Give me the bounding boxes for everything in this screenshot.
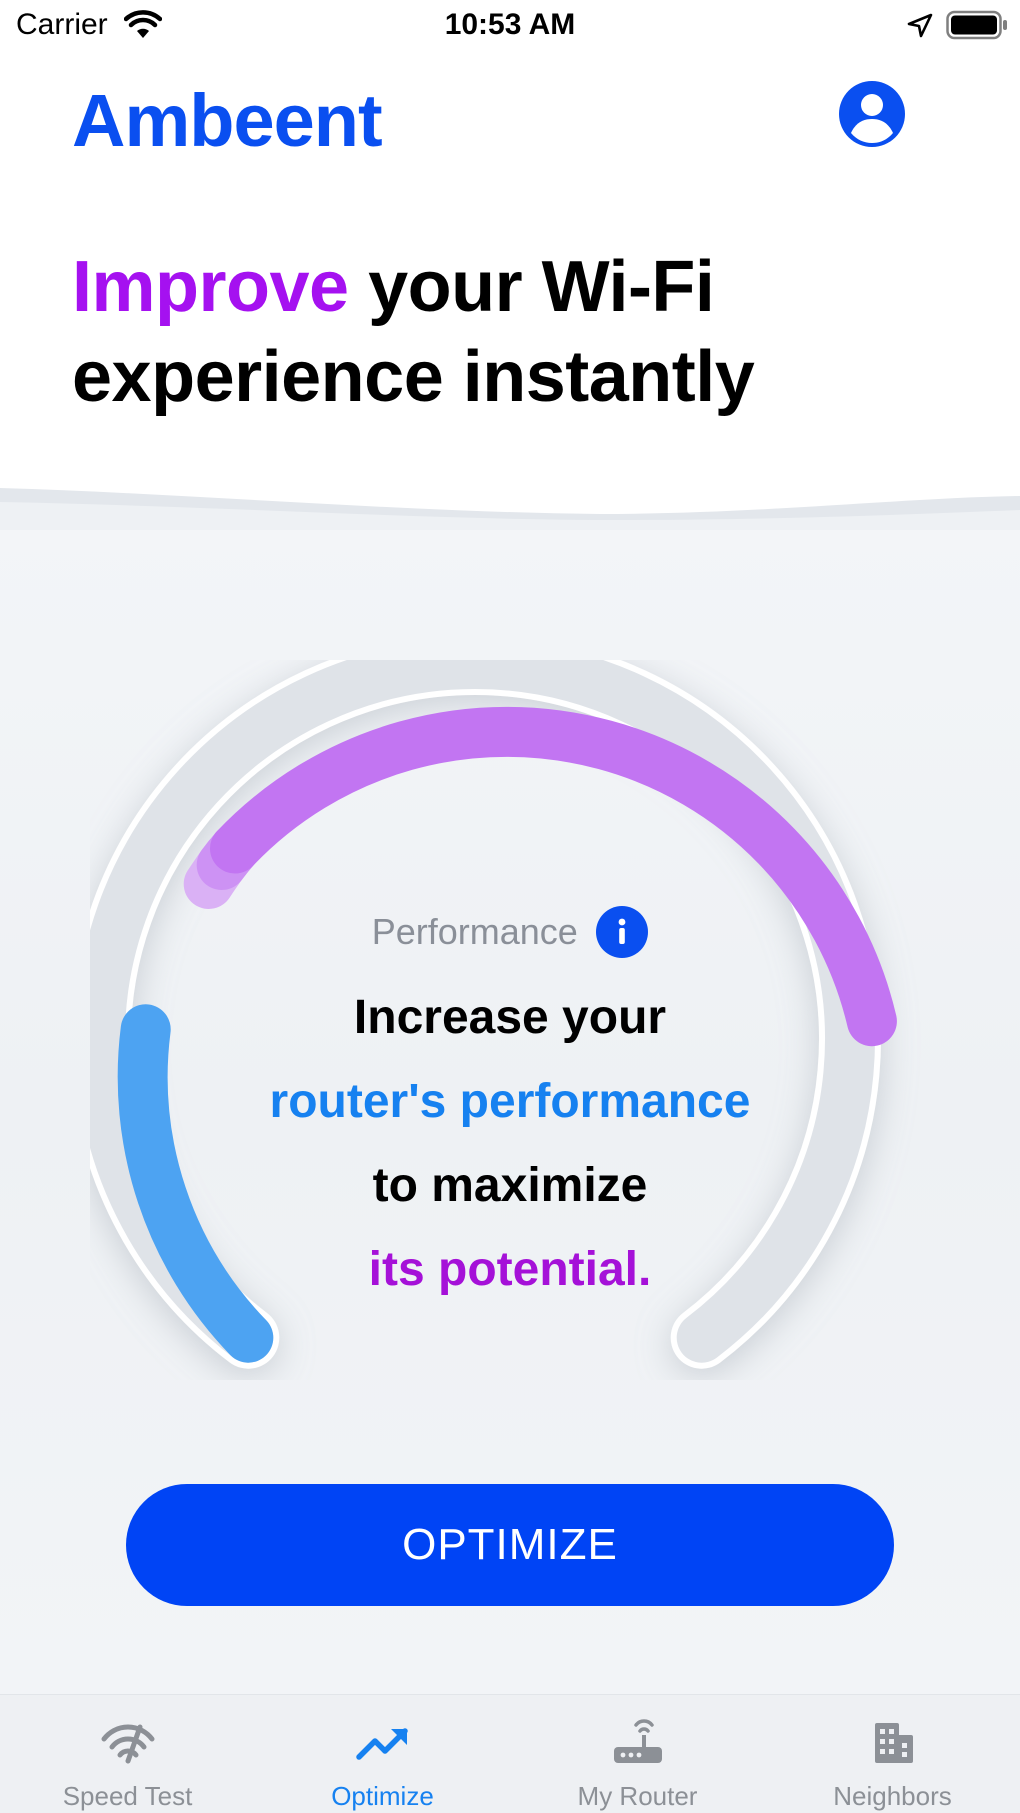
location-arrow-icon (907, 13, 933, 38)
tab-neighbors[interactable]: Neighbors (765, 1695, 1020, 1813)
status-bar: Carrier 10:53 AM (0, 0, 1020, 52)
speed-test-icon (101, 1724, 155, 1764)
tab-speed-test[interactable]: Speed Test (0, 1695, 255, 1813)
app-header: Ambeent (0, 60, 1020, 170)
tab-label-speed-test: Speed Test (62, 1781, 193, 1811)
gauge-message-line4: its potential. (368, 1243, 652, 1296)
router-icon (614, 1719, 662, 1763)
gauge-message-line1: Increase your (353, 991, 667, 1044)
trend-up-icon (356, 1728, 408, 1760)
tab-label-optimize: Optimize (331, 1781, 434, 1811)
wave-divider (0, 488, 1020, 530)
gauge-message-line3: to maximize (372, 1159, 648, 1212)
app-logo: Ambeent (72, 79, 383, 162)
gauge-message-line2: router's performance (269, 1075, 751, 1128)
tab-my-router[interactable]: My Router (510, 1695, 765, 1813)
building-icon (875, 1723, 913, 1763)
hero-line1-rest: your Wi-Fi (348, 247, 715, 327)
clock: 10:53 AM (444, 8, 576, 41)
optimize-button[interactable]: OPTIMIZE (126, 1484, 894, 1606)
tab-label-neighbors: Neighbors (833, 1781, 952, 1811)
info-icon[interactable] (596, 906, 649, 958)
hero-accent-word: Improve (72, 247, 349, 327)
tab-optimize[interactable]: Optimize (255, 1695, 510, 1813)
tab-bar: Speed Test Optimize My Router Neighbors (0, 1694, 1020, 1813)
battery-icon (946, 10, 1007, 40)
tab-label-my-router: My Router (577, 1781, 698, 1811)
hero-headline: Improve your Wi-Fi experience instantly (72, 242, 972, 422)
user-circle-icon[interactable] (838, 80, 906, 148)
hero-line2: experience instantly (72, 337, 755, 417)
performance-label: Performance (371, 911, 578, 952)
performance-row: Performance (0, 906, 1020, 962)
